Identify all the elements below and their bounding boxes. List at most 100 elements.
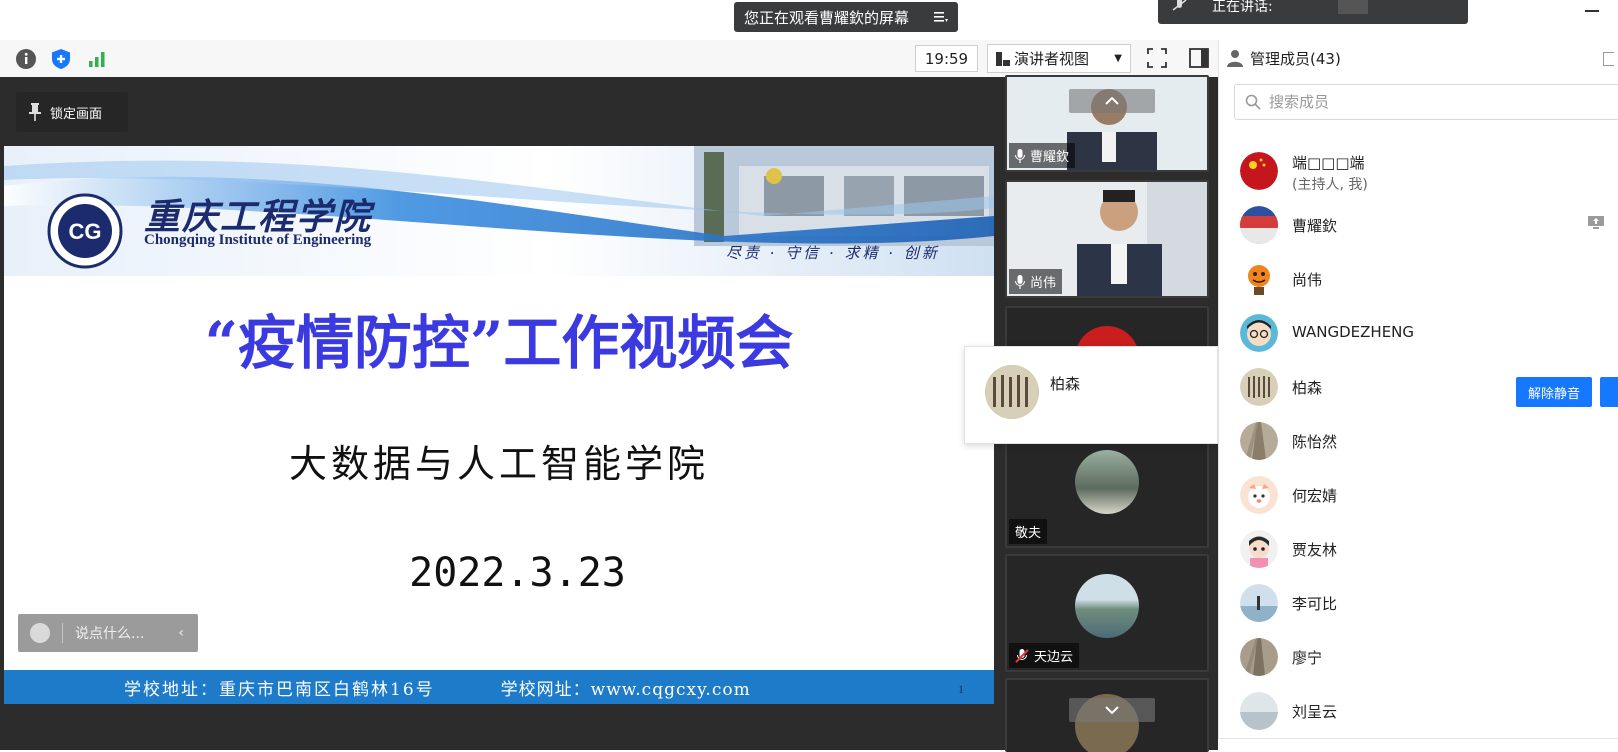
member-name: WANGDEZHENG (1292, 323, 1415, 341)
member-row[interactable]: 贾友林 (1238, 524, 1618, 574)
mic-icon (1015, 274, 1025, 289)
info-icon[interactable] (15, 48, 37, 70)
speaker-view-icon (996, 51, 1010, 66)
meeting-timer: 19:59 (915, 45, 978, 72)
member-avatar (1240, 530, 1278, 568)
member-avatar (1240, 422, 1278, 460)
slide-subtitle: 大数据与人工智能学院 (288, 442, 709, 486)
chevron-up-icon (1105, 97, 1119, 105)
muted-mic-icon (1172, 0, 1187, 11)
search-icon (1245, 94, 1261, 110)
member-row[interactable]: 陈怡然 (1238, 416, 1618, 466)
school-motto: 尽责 · 守信 · 求精 · 创新 (726, 244, 940, 262)
member-row[interactable]: WANGDEZHENG (1238, 308, 1618, 358)
member-name: 廖宁 (1292, 649, 1323, 667)
member-avatar (1240, 368, 1278, 406)
member-search[interactable] (1234, 84, 1618, 120)
pin-icon (29, 103, 41, 121)
chevron-down-icon: ▼ (1114, 53, 1122, 64)
divider (62, 623, 63, 643)
svg-text:CG: CG (69, 219, 102, 244)
more-actions-button[interactable] (1600, 377, 1618, 407)
member-name: 曹耀欽 (1292, 217, 1338, 235)
minimize-button[interactable] (1585, 10, 1599, 12)
member-panel-header: 管理成员(43) (1226, 46, 1341, 70)
speaker-avatar (1338, 0, 1368, 14)
member-avatar (1240, 206, 1278, 244)
school-name-en: Chongqing Institute of Engineering (144, 232, 372, 248)
member-row[interactable]: 柏森 解除静音 (1238, 362, 1618, 412)
school-logo-icon: CG (47, 193, 123, 269)
panel-popout-icon[interactable] (1603, 52, 1614, 66)
video-tile[interactable]: 尚伟 (1005, 180, 1209, 298)
muted-mic-icon (1015, 648, 1029, 663)
chevron-down-icon (1105, 706, 1119, 714)
tile-name-label: 尚伟 (1009, 269, 1063, 294)
member-row[interactable]: 端□□□端 (主持人, 我) (1238, 146, 1618, 196)
participant-avatar (1075, 574, 1139, 638)
member-name: 何宏婧 (1292, 487, 1338, 505)
member-name: 李可比 (1292, 595, 1338, 613)
member-row[interactable]: 曹耀欽 (1238, 200, 1618, 250)
lock-screen-button[interactable]: 锁定画面 (16, 92, 128, 132)
collapse-button[interactable] (1069, 89, 1155, 113)
panel-footer (1218, 738, 1618, 751)
slide-page-number: 1 (958, 682, 964, 696)
view-mode-dropdown[interactable]: 演讲者视图 ▼ (987, 44, 1131, 73)
popover-participant-name: 柏森 (1050, 375, 1081, 393)
member-role: (主持人, 我) (1292, 177, 1368, 193)
member-name: 端□□□端 (1292, 154, 1365, 172)
member-avatar (1240, 692, 1278, 730)
member-avatar (1240, 260, 1278, 298)
unmute-button[interactable]: 解除静音 (1516, 377, 1592, 407)
member-avatar (1240, 476, 1278, 514)
video-tile[interactable] (1005, 678, 1209, 752)
speaking-indicator: 正在讲话: (1158, 0, 1468, 24)
footer-website: 学校网址：www.cqgcxy.com (500, 679, 751, 700)
slide-date: 2022.3.23 (409, 550, 626, 596)
member-search-input[interactable] (1267, 92, 1571, 112)
member-avatar (1240, 314, 1278, 352)
calligraphy-avatar-image (985, 365, 1039, 419)
mic-icon (1015, 148, 1025, 163)
list-menu-icon[interactable] (934, 11, 948, 23)
signal-strength-icon[interactable] (86, 48, 108, 70)
video-tile[interactable]: 天边云 (1005, 554, 1209, 672)
video-tile[interactable]: 曹耀欽 (1005, 75, 1209, 172)
footer-address: 学校地址：重庆市巴南区白鹤林16号 (124, 679, 435, 700)
lock-screen-label: 锁定画面 (50, 106, 103, 122)
side-panel-toggle-icon[interactable] (1185, 44, 1213, 72)
emoji-icon[interactable] (30, 623, 50, 643)
member-name: 陈怡然 (1292, 433, 1338, 451)
tile-name-label: 曹耀欽 (1009, 143, 1076, 168)
member-name: 贾友林 (1292, 541, 1338, 559)
member-name: 柏森 (1292, 379, 1323, 397)
member-row[interactable]: 李可比 (1238, 578, 1618, 628)
participant-avatar (1075, 450, 1139, 514)
member-avatar (1240, 584, 1278, 622)
chat-input-bar[interactable]: 说点什么... ‹ (18, 614, 198, 652)
expand-button[interactable] (1069, 698, 1155, 722)
video-tile[interactable]: 敬夫 (1005, 430, 1209, 548)
screen-share-icon (1588, 216, 1604, 229)
member-avatar (1240, 638, 1278, 676)
member-name: 尚伟 (1292, 271, 1323, 289)
chevron-left-icon[interactable]: ‹ (178, 625, 184, 641)
panel-title: 管理成员(43) (1250, 49, 1341, 68)
participant-popover: 柏森 (964, 346, 1218, 444)
shield-icon[interactable] (50, 48, 72, 70)
slide-footer: 学校地址：重庆市巴南区白鹤林16号 学校网址：www.cqgcxy.com (4, 670, 994, 704)
member-name: 刘呈云 (1292, 703, 1338, 721)
member-row[interactable]: 刘呈云 (1238, 686, 1618, 738)
fullscreen-icon[interactable] (1143, 44, 1171, 72)
member-avatar (1240, 152, 1278, 190)
view-mode-label: 演讲者视图 (1014, 50, 1090, 68)
tile-name-label: 敬夫 (1009, 519, 1048, 544)
member-row[interactable]: 廖宁 (1238, 632, 1618, 682)
share-banner-text: 您正在观看曹耀欽的屏幕 (744, 8, 910, 27)
member-row[interactable]: 何宏婧 (1238, 470, 1618, 520)
screen-share-banner[interactable]: 您正在观看曹耀欽的屏幕 (734, 2, 958, 32)
tile-name-label: 天边云 (1009, 643, 1080, 668)
member-row[interactable]: 尚伟 (1238, 254, 1618, 304)
person-icon (1227, 50, 1243, 67)
